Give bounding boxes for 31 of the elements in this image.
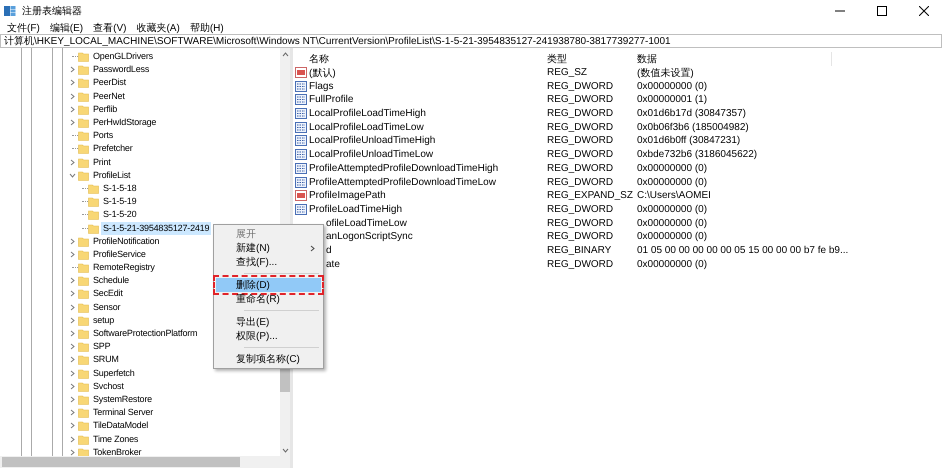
value-type: REG_DWORD — [547, 218, 614, 229]
value-type: REG_DWORD — [547, 162, 614, 174]
value-data: 01 05 00 00 00 00 00 05 15 00 00 00 b7 fe b9... — [637, 244, 850, 256]
window-title: 注册表编辑器 — [22, 4, 82, 18]
value-type: REG_EXPAND_SZ — [547, 190, 634, 202]
value-data: 0x00000000 (0) — [637, 218, 708, 229]
value-type: REG_BINARY — [547, 244, 612, 256]
value-data: 0x01d6b17d (30847357) — [637, 108, 747, 120]
value-type: REG_DWORD — [547, 108, 614, 120]
value-data: 0x00000000 (0) — [637, 80, 708, 92]
value-type: REG_DWORD — [547, 149, 614, 160]
value-data: 0x00000000 (0) — [637, 204, 708, 215]
value-type: REG_DWORD — [547, 135, 614, 146]
value-type: REG_DWORD — [547, 258, 614, 270]
value-data: 0x01d6b0ff (30847231) — [637, 135, 742, 146]
value-type: REG_DWORD — [547, 204, 614, 215]
value-data: 0xbde732b6 (3186045622) — [637, 149, 758, 160]
value-type: REG_SZ — [547, 67, 588, 78]
value-data: 0x00000000 (0) — [637, 176, 708, 188]
value-data: 0x00000000 (0) — [637, 258, 708, 270]
value-data: 0x0b06f3b6 (185004982) — [637, 122, 750, 133]
value-data: 0x00000000 (0) — [637, 231, 708, 242]
value-data: 0x00000000 (0) — [637, 162, 708, 174]
value-data: C:\Users\AOMEI — [637, 190, 712, 202]
value-data: 0x00000001 (1) — [637, 94, 708, 106]
value-type: REG_DWORD — [547, 122, 614, 133]
value-type: REG_DWORD — [547, 94, 614, 106]
value-data: (数值未设置) — [637, 66, 695, 80]
value-type: REG_DWORD — [547, 80, 614, 92]
value-type: REG_DWORD — [547, 231, 614, 242]
value-type: REG_DWORD — [547, 176, 614, 188]
